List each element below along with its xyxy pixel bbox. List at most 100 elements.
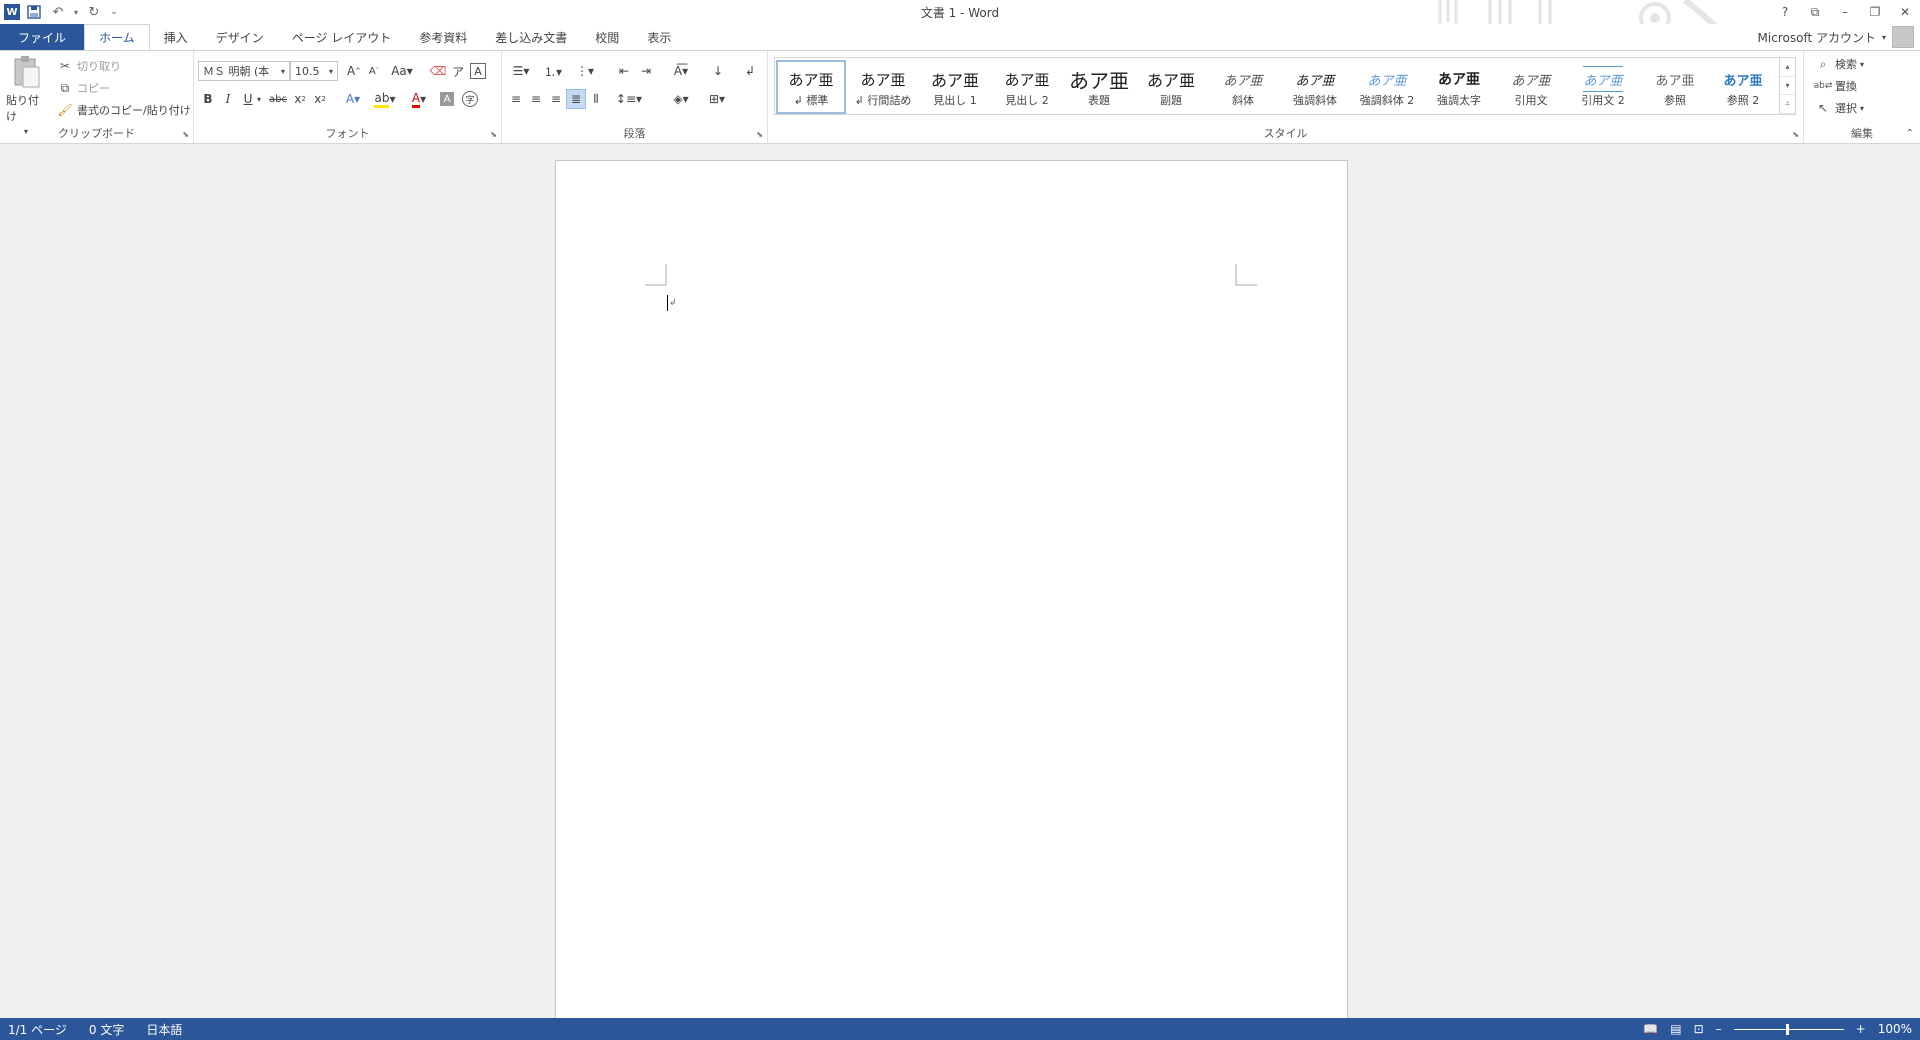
- tab-home[interactable]: ホーム: [84, 24, 150, 50]
- zoom-out-icon[interactable]: –: [1716, 1022, 1722, 1036]
- align-left-icon[interactable]: ≡: [506, 89, 526, 109]
- style-title[interactable]: あア亜 表題: [1064, 60, 1134, 114]
- find-dropdown-icon[interactable]: ▾: [1860, 60, 1864, 69]
- cut-button[interactable]: ✂ 切り取り: [56, 57, 121, 75]
- font-color-icon[interactable]: A ▾: [406, 89, 432, 109]
- tab-mailings[interactable]: 差し込み文書: [481, 24, 581, 50]
- word-count[interactable]: 0 文字: [89, 1021, 124, 1038]
- style-emphasis[interactable]: あア亜 強調斜体: [1280, 60, 1350, 114]
- asian-layout-icon[interactable]: A͞▾: [666, 61, 696, 81]
- zoom-slider-thumb[interactable]: [1785, 1023, 1789, 1035]
- strikethrough-icon[interactable]: abc: [268, 89, 288, 109]
- account-area[interactable]: Microsoft アカウント ▾: [1758, 24, 1914, 50]
- character-shading-icon[interactable]: A: [440, 92, 454, 106]
- gallery-up-icon[interactable]: ▴: [1780, 58, 1795, 77]
- align-right-icon[interactable]: ≡: [546, 89, 566, 109]
- clipboard-launcher-icon[interactable]: ⬊: [182, 130, 189, 139]
- web-layout-icon[interactable]: ⊡: [1694, 1022, 1704, 1036]
- decrease-indent-icon[interactable]: ⇤: [614, 61, 634, 81]
- font-size-combo[interactable]: 10.5 ▾: [290, 61, 338, 81]
- page-count[interactable]: 1/1 ページ: [8, 1021, 67, 1038]
- help-button[interactable]: ?: [1770, 0, 1800, 24]
- style-heading-1[interactable]: あア亜 見出し 1: [920, 60, 990, 114]
- numbering-icon[interactable]: ⒈▾: [538, 61, 568, 81]
- font-name-combo[interactable]: ＭＳ 明朝 (本 ▾: [198, 61, 290, 81]
- tab-review[interactable]: 校閲: [581, 24, 633, 50]
- select-dropdown-icon[interactable]: ▾: [1860, 104, 1864, 113]
- line-spacing-icon[interactable]: ↕≡▾: [614, 89, 644, 109]
- collapse-ribbon-icon[interactable]: ⌃: [1906, 128, 1914, 139]
- style-normal[interactable]: あア亜 ↲ 標準: [776, 60, 846, 114]
- bold-icon[interactable]: B: [198, 89, 218, 109]
- style-no-spacing[interactable]: あア亜 ↲ 行間詰め: [848, 60, 918, 114]
- zoom-level[interactable]: 100%: [1878, 1022, 1912, 1036]
- style-name: 強調太字: [1437, 94, 1481, 107]
- zoom-slider[interactable]: [1733, 1023, 1844, 1035]
- language-indicator[interactable]: 日本語: [146, 1021, 182, 1038]
- tab-page-layout[interactable]: ページ レイアウト: [278, 24, 406, 50]
- increase-indent-icon[interactable]: ⇥: [636, 61, 656, 81]
- multilevel-list-icon[interactable]: ⋮▾: [570, 61, 600, 81]
- borders-icon[interactable]: ⊞▾: [702, 89, 732, 109]
- clear-formatting-icon[interactable]: ⌫: [428, 61, 448, 81]
- italic-icon[interactable]: I: [218, 89, 238, 109]
- bullets-icon[interactable]: ☰▾: [506, 61, 536, 81]
- style-intense-reference[interactable]: あア亜 参照 2: [1708, 60, 1778, 114]
- replace-button[interactable]: ab⇄ 置換: [1814, 77, 1857, 95]
- align-center-icon[interactable]: ≡: [526, 89, 546, 109]
- enclose-characters-icon[interactable]: 字: [462, 91, 478, 107]
- phonetic-guide-icon[interactable]: ア: [448, 61, 468, 81]
- distributed-icon[interactable]: ⦀: [586, 89, 606, 109]
- read-mode-icon[interactable]: 📖: [1643, 1022, 1658, 1036]
- font-name-dropdown-icon[interactable]: ▾: [281, 67, 285, 76]
- close-button[interactable]: ✕: [1890, 0, 1920, 24]
- style-intense-emphasis[interactable]: あア亜 強調斜体 2: [1352, 60, 1422, 114]
- style-subtle-emphasis[interactable]: あア亜 斜体: [1208, 60, 1278, 114]
- format-painter-button[interactable]: 🖌 書式のコピー/貼り付け: [56, 101, 190, 119]
- ribbon-display-options-button[interactable]: ⧉: [1800, 0, 1830, 24]
- copy-button[interactable]: ⧉ コピー: [56, 79, 110, 97]
- font-size-dropdown-icon[interactable]: ▾: [329, 67, 333, 76]
- show-formatting-marks-icon[interactable]: ↲: [740, 61, 760, 81]
- tab-file[interactable]: ファイル: [0, 24, 85, 50]
- shading-icon[interactable]: ◈▾: [666, 89, 696, 109]
- highlight-color-icon[interactable]: ab ▾: [372, 89, 398, 109]
- sort-icon[interactable]: ↓: [708, 61, 728, 81]
- font-launcher-icon[interactable]: ⬊: [490, 130, 497, 139]
- paste-button[interactable]: 貼り付け ▾: [6, 55, 46, 136]
- tab-references[interactable]: 参考資料: [405, 24, 481, 50]
- subscript-icon[interactable]: x2: [290, 89, 310, 109]
- tab-insert[interactable]: 挿入: [150, 24, 202, 50]
- paragraph-launcher-icon[interactable]: ⬊: [756, 130, 763, 139]
- avatar[interactable]: [1892, 26, 1914, 48]
- underline-dropdown-icon[interactable]: ▾: [254, 89, 264, 109]
- change-case-icon[interactable]: Aa▾: [388, 61, 416, 81]
- document-page[interactable]: ↲: [555, 160, 1348, 1030]
- justify-icon[interactable]: ≣: [566, 89, 586, 109]
- style-subtle-reference[interactable]: あア亜 参照: [1640, 60, 1710, 114]
- styles-launcher-icon[interactable]: ⬊: [1792, 130, 1799, 139]
- print-layout-icon[interactable]: ▤: [1670, 1022, 1681, 1036]
- account-label[interactable]: Microsoft アカウント: [1758, 29, 1876, 46]
- find-button[interactable]: ⌕ 検索 ▾: [1814, 55, 1864, 73]
- grow-font-icon[interactable]: A ^: [344, 61, 364, 81]
- account-dropdown-icon[interactable]: ▾: [1882, 33, 1886, 42]
- superscript-icon[interactable]: x2: [310, 89, 330, 109]
- style-intense-quote[interactable]: あア亜 引用文 2: [1568, 60, 1638, 114]
- style-heading-2[interactable]: あア亜 見出し 2: [992, 60, 1062, 114]
- document-area[interactable]: ↲: [0, 145, 1920, 1030]
- shrink-font-icon[interactable]: Aˇ: [364, 61, 384, 81]
- restore-button[interactable]: ❐: [1860, 0, 1890, 24]
- select-button[interactable]: ↖ 選択 ▾: [1814, 99, 1864, 117]
- tab-design[interactable]: デザイン: [202, 24, 278, 50]
- style-quote[interactable]: あア亜 引用文: [1496, 60, 1566, 114]
- gallery-down-icon[interactable]: ▾: [1780, 77, 1795, 96]
- minimize-button[interactable]: –: [1830, 0, 1860, 24]
- zoom-in-icon[interactable]: +: [1856, 1022, 1866, 1036]
- gallery-more-icon[interactable]: ⩡: [1780, 95, 1795, 115]
- character-border-icon[interactable]: A: [470, 63, 486, 79]
- text-effects-icon[interactable]: A▾: [340, 89, 366, 109]
- style-strong[interactable]: あア亜 強調太字: [1424, 60, 1494, 114]
- style-subtitle[interactable]: あア亜 副題: [1136, 60, 1206, 114]
- tab-view[interactable]: 表示: [633, 24, 685, 50]
